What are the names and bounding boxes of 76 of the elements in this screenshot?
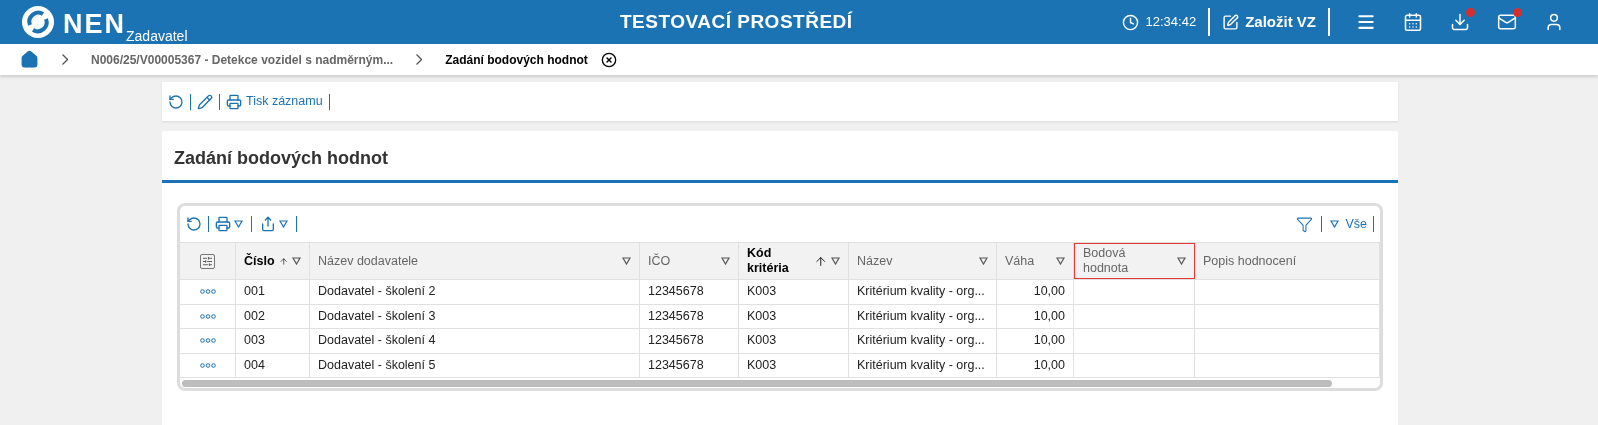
column-header[interactable]: Popis hodnocení: [1195, 243, 1380, 279]
table-cell-text: Kritérium kvality - org...: [857, 356, 985, 374]
time-label: 12:34:42: [1145, 13, 1197, 32]
table-cell-text: Kritérium kvality - org...: [857, 307, 985, 325]
refresh-icon[interactable]: [186, 216, 202, 232]
logo-icon: [21, 5, 55, 39]
refresh-icon[interactable]: [168, 93, 184, 110]
filter-icon[interactable]: [622, 257, 631, 265]
column-header[interactable]: Číslo: [236, 243, 310, 279]
column-header[interactable]: Kód kritéria: [739, 243, 849, 279]
row-menu-icon[interactable]: [199, 289, 216, 295]
table-cell-text: Dodavatel - školení 4: [318, 332, 436, 350]
scrollbar[interactable]: [182, 379, 1332, 387]
row-menu-icon[interactable]: [199, 313, 216, 319]
table-cell-text: Kritérium kvality - org...: [857, 332, 985, 350]
download-icon[interactable]: [1449, 12, 1470, 32]
table-cell-text: 004: [244, 356, 265, 374]
close-icon[interactable]: [600, 51, 617, 68]
export-icon[interactable]: [260, 216, 276, 232]
filter-icon[interactable]: [831, 257, 840, 265]
table-cell-text: 10,00: [1033, 283, 1065, 301]
filter-all-button[interactable]: Vše: [1330, 214, 1367, 234]
caret-icon[interactable]: [279, 220, 288, 228]
table-cell-text: K003: [747, 332, 777, 350]
printer-icon[interactable]: [215, 216, 231, 232]
caret-icon[interactable]: [1330, 220, 1340, 228]
table-cell-text: 12345678: [648, 356, 704, 374]
edit-icon[interactable]: [197, 93, 213, 110]
printer-icon: [226, 93, 242, 110]
table-cell-text: 001: [244, 283, 265, 301]
table-cell-text: 002: [244, 307, 265, 325]
column-header[interactable]: Název dodavatele: [310, 243, 640, 279]
column-header[interactable]: Název: [849, 243, 997, 279]
table-cell-text: 003: [244, 332, 265, 350]
table-cell-text: Dodavatel - školení 2: [318, 283, 436, 301]
filter-icon[interactable]: [721, 257, 730, 265]
chevron-icon: [416, 54, 423, 65]
clock-icon: [1121, 13, 1139, 31]
mail-icon[interactable]: [1496, 12, 1517, 32]
breadcrumb-item[interactable]: N006/25/V00005367 - Detekce vozidel s nadměrným...: [91, 50, 394, 69]
table-cell-text: 10,00: [1033, 307, 1065, 325]
filter-icon[interactable]: [1177, 257, 1186, 265]
environment-title: TESTOVACÍ PROSTŘEDÍ: [619, 9, 853, 34]
home-icon[interactable]: [20, 50, 39, 69]
row-menu-icon[interactable]: [199, 362, 216, 368]
filter-icon[interactable]: [1056, 257, 1065, 265]
column-header[interactable]: IČO: [640, 243, 739, 279]
menu-icon[interactable]: [1355, 12, 1376, 32]
table-cell-text: 10,00: [1033, 356, 1065, 374]
print-button[interactable]: Tisk záznamu: [226, 92, 323, 111]
column-settings-icon[interactable]: [200, 253, 215, 269]
caret-icon[interactable]: [234, 220, 243, 228]
table-cell-text: Kritérium kvality - org...: [857, 283, 985, 301]
column-header[interactable]: Bodová hodnota: [1074, 243, 1195, 279]
table-cell-text: K003: [747, 356, 777, 374]
section-title: Zadání bodových hodnot: [174, 148, 388, 168]
filter-icon[interactable]: [1296, 215, 1314, 233]
table-cell-text: 12345678: [648, 283, 704, 301]
chevron-icon: [62, 54, 68, 65]
table-cell-text: 12345678: [648, 307, 704, 325]
table-cell-text: Dodavatel - školení 5: [318, 356, 436, 374]
column-header[interactable]: Váha: [997, 243, 1074, 279]
edit-icon: [1222, 13, 1240, 31]
filter-icon[interactable]: [292, 257, 301, 265]
logo-text: NEN: [63, 9, 126, 39]
breadcrumb-item[interactable]: Zadání bodových hodnot: [445, 50, 588, 69]
table-cell-text: 10,00: [1033, 332, 1065, 350]
create-button[interactable]: Založit VZ: [1222, 10, 1316, 34]
table-cell-text: K003: [747, 283, 777, 301]
filter-icon[interactable]: [979, 257, 988, 265]
table-cell-text: Dodavatel - školení 3: [318, 307, 436, 325]
calendar-icon[interactable]: [1402, 12, 1423, 32]
table-cell-text: K003: [747, 307, 777, 325]
role-label: Zadavatel: [126, 29, 188, 43]
table-cell-text: 12345678: [648, 332, 704, 350]
row-menu-icon[interactable]: [199, 338, 216, 344]
